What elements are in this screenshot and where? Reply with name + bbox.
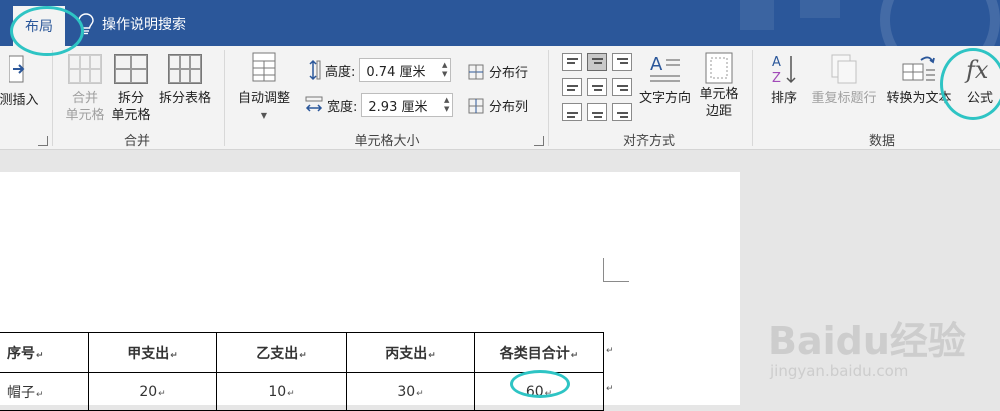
ribbon: 测插入 合并 单元格 拆分 单元格 拆分表格 合并 自动调整 ▼ 高度: 0.7…	[0, 46, 1000, 150]
cell-size-group-label: 单元格大小	[354, 134, 420, 149]
distribute-rows-icon	[468, 64, 484, 79]
split-table-icon	[168, 54, 202, 84]
margin-corner-mark	[603, 258, 629, 282]
alignment-group-label: 对齐方式	[622, 134, 675, 149]
height-row: 高度: 0.74 厘米 ▲ ▼	[305, 58, 452, 82]
baidu-watermark-url: jingyan.baidu.com	[770, 362, 909, 380]
width-spinner-icon[interactable]: ▲ ▼	[444, 96, 449, 114]
split-table-button[interactable]: 拆分表格	[156, 54, 214, 107]
decorative-block	[800, 0, 840, 18]
repeat-header-icon	[831, 54, 857, 84]
text-direction-label: 文字方向	[638, 91, 691, 106]
decorative-ring	[880, 0, 1000, 46]
repeat-header-rows-label: 重复标题行	[811, 91, 877, 106]
chevron-down-icon: ▼	[260, 111, 268, 120]
svg-text:Z: Z	[772, 71, 781, 86]
insert-right-button[interactable]: 测插入	[0, 54, 44, 109]
row-end-mark: ↵	[606, 384, 614, 394]
table-header-cell[interactable]: 甲支出↵	[88, 332, 217, 373]
tell-me-search[interactable]: 操作说明搜索	[78, 12, 186, 36]
dialog-launcher-icon[interactable]	[534, 136, 544, 146]
row-height-icon	[309, 59, 321, 81]
data-group-label: 数据	[868, 134, 895, 149]
distribute-columns-button[interactable]: 分布列	[468, 96, 528, 115]
autofit-button[interactable]: 自动调整 ▼	[232, 52, 296, 124]
svg-text:A: A	[650, 54, 663, 75]
distribute-rows-label: 分布行	[489, 66, 529, 81]
merge-cells-icon	[68, 54, 102, 84]
dialog-launcher-icon[interactable]	[38, 136, 48, 146]
merge-cells-button[interactable]: 合并 单元格	[62, 54, 108, 124]
svg-text:A: A	[772, 55, 781, 70]
document-page[interactable]: 序号↵ 甲支出↵ 乙支出↵ 丙支出↵ 各类目合计↵ 帽子↵ 20↵ 10↵ 30…	[0, 172, 740, 411]
table-header-cell[interactable]: 丙支出↵	[346, 332, 475, 373]
height-spinner-icon[interactable]: ▲ ▼	[442, 61, 447, 79]
split-table-label: 拆分表格	[158, 91, 211, 106]
width-row: 宽度: 2.93 厘米 ▲ ▼	[305, 93, 454, 117]
distribute-columns-icon	[468, 98, 484, 113]
width-label: 宽度:	[327, 99, 358, 115]
autofit-label: 自动调整	[237, 91, 290, 106]
annotation-circle-formula	[940, 48, 1000, 120]
cell-margins-label: 单元格 边距	[699, 87, 739, 119]
align-middle-left-button[interactable]	[562, 78, 582, 96]
align-middle-right-button[interactable]	[612, 78, 632, 96]
column-width-icon	[305, 96, 323, 112]
height-label: 高度:	[325, 64, 356, 80]
sort-label: 排序	[770, 91, 797, 106]
sort-button[interactable]: A Z 排序	[764, 52, 804, 107]
text-direction-button[interactable]: A 文字方向	[636, 52, 694, 107]
text-direction-icon: A	[650, 54, 680, 82]
height-input[interactable]: 0.74 厘米 ▲ ▼	[359, 58, 452, 82]
autofit-icon	[252, 52, 276, 82]
distribute-columns-label: 分布列	[489, 100, 529, 115]
align-bottom-right-button[interactable]	[612, 103, 632, 121]
repeat-header-rows-button[interactable]: 重复标题行	[808, 52, 880, 107]
tell-me-search-label: 操作说明搜索	[102, 17, 186, 33]
align-bottom-center-button[interactable]	[587, 103, 607, 121]
split-cells-button[interactable]: 拆分 单元格	[108, 54, 154, 124]
split-cells-icon	[114, 54, 148, 84]
align-top-center-button[interactable]	[587, 53, 607, 71]
decorative-block	[740, 0, 774, 30]
table-header-cell[interactable]: 乙支出↵	[216, 332, 347, 373]
group-separator	[752, 50, 753, 146]
align-top-right-button[interactable]	[612, 53, 632, 71]
align-bottom-left-button[interactable]	[562, 103, 582, 121]
data-table[interactable]: 序号↵ 甲支出↵ 乙支出↵ 丙支出↵ 各类目合计↵ 帽子↵ 20↵ 10↵ 30…	[0, 332, 604, 411]
group-separator	[548, 50, 549, 146]
cell-margins-icon	[705, 52, 733, 84]
table-header-cell[interactable]: 各类目合计↵	[474, 332, 604, 373]
height-value: 0.74 厘米	[366, 65, 426, 80]
table-header-cell[interactable]: 序号↵	[0, 332, 89, 373]
group-separator	[52, 50, 53, 146]
annotation-circle-layout-tab	[10, 6, 84, 56]
sort-icon: A Z	[772, 55, 796, 86]
row-end-mark: ↵	[606, 346, 614, 356]
insert-right-label: 测插入	[0, 93, 39, 108]
align-top-left-button[interactable]	[562, 53, 582, 71]
annotation-circle-total-cell	[510, 370, 570, 398]
cell-margins-button[interactable]: 单元格 边距	[696, 52, 742, 120]
width-value: 2.93 厘米	[368, 100, 428, 115]
convert-to-text-icon	[902, 56, 935, 81]
baidu-watermark-logo: Baidu经验	[768, 319, 966, 363]
distribute-rows-button[interactable]: 分布行	[468, 62, 528, 81]
table-header-row: 序号↵ 甲支出↵ 乙支出↵ 丙支出↵ 各类目合计↵	[0, 332, 604, 373]
split-cells-label: 拆分 单元格	[111, 91, 151, 123]
width-input[interactable]: 2.93 厘米 ▲ ▼	[361, 93, 454, 117]
align-middle-center-button[interactable]	[587, 78, 607, 96]
merge-group-label: 合并	[123, 134, 150, 149]
insert-column-icon	[9, 55, 25, 83]
group-separator	[224, 50, 225, 146]
merge-cells-label: 合并 单元格	[65, 91, 105, 123]
title-bar: 布局 操作说明搜索	[0, 0, 1000, 46]
